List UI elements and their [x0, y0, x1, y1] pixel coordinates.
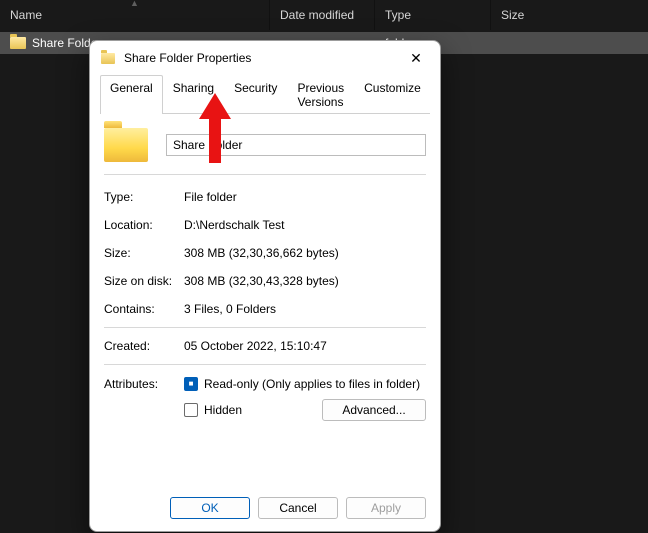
folder-icon — [10, 37, 26, 49]
cancel-button[interactable]: Cancel — [258, 497, 338, 519]
type-value: File folder — [184, 190, 426, 204]
created-value: 05 October 2022, 15:10:47 — [184, 339, 426, 353]
dialog-title: Share Folder Properties — [124, 51, 388, 65]
location-label: Location: — [104, 218, 184, 232]
column-size[interactable]: Size — [491, 0, 581, 30]
type-label: Type: — [104, 190, 184, 204]
tab-customize-label: Customize — [364, 81, 421, 95]
tab-customize[interactable]: Customize — [354, 75, 431, 114]
hidden-checkbox[interactable] — [184, 403, 198, 417]
location-value: D:\Nerdschalk Test — [184, 218, 426, 232]
size-label: Size: — [104, 246, 184, 260]
titlebar: Share Folder Properties ✕ — [90, 41, 440, 75]
close-icon: ✕ — [410, 50, 422, 67]
attributes-label: Attributes: — [104, 377, 184, 421]
separator — [104, 327, 426, 328]
explorer-column-header: Name ▲ Date modified Type Size — [0, 0, 648, 30]
column-date-label: Date modified — [280, 8, 354, 22]
sort-ascending-icon: ▲ — [130, 0, 139, 8]
tab-sharing[interactable]: Sharing — [163, 75, 224, 114]
tab-body-general: Type:File folder Location:D:\Nerdschalk … — [90, 114, 440, 485]
folder-icon — [104, 128, 148, 162]
folder-icon — [100, 50, 116, 66]
column-type[interactable]: Type — [375, 0, 491, 30]
tab-general[interactable]: General — [100, 75, 163, 114]
separator — [104, 364, 426, 365]
contains-label: Contains: — [104, 302, 184, 316]
dialog-button-row: OK Cancel Apply — [90, 485, 440, 531]
readonly-label: Read-only (Only applies to files in fold… — [204, 377, 420, 391]
advanced-button[interactable]: Advanced... — [322, 399, 426, 421]
column-size-label: Size — [501, 8, 524, 22]
tab-general-label: General — [110, 81, 153, 95]
size-on-disk-value: 308 MB (32,30,43,328 bytes) — [184, 274, 426, 288]
size-value: 308 MB (32,30,36,662 bytes) — [184, 246, 426, 260]
tab-security-label: Security — [234, 81, 277, 95]
properties-dialog: Share Folder Properties ✕ General Sharin… — [89, 40, 441, 532]
readonly-checkbox[interactable] — [184, 377, 198, 391]
tab-sharing-label: Sharing — [173, 81, 214, 95]
column-date-modified[interactable]: Date modified — [270, 0, 375, 30]
apply-button[interactable]: Apply — [346, 497, 426, 519]
folder-name-input[interactable] — [166, 134, 426, 156]
size-on-disk-label: Size on disk: — [104, 274, 184, 288]
column-name[interactable]: Name ▲ — [0, 0, 270, 30]
close-button[interactable]: ✕ — [396, 44, 436, 72]
contains-value: 3 Files, 0 Folders — [184, 302, 426, 316]
created-label: Created: — [104, 339, 184, 353]
column-type-label: Type — [385, 8, 411, 22]
column-name-label: Name — [10, 8, 42, 22]
tab-previous-versions[interactable]: Previous Versions — [287, 75, 354, 114]
hidden-label: Hidden — [204, 403, 242, 417]
tab-strip: General Sharing Security Previous Versio… — [90, 75, 440, 114]
tab-security[interactable]: Security — [224, 75, 287, 114]
tab-previous-label: Previous Versions — [297, 81, 344, 109]
ok-button[interactable]: OK — [170, 497, 250, 519]
